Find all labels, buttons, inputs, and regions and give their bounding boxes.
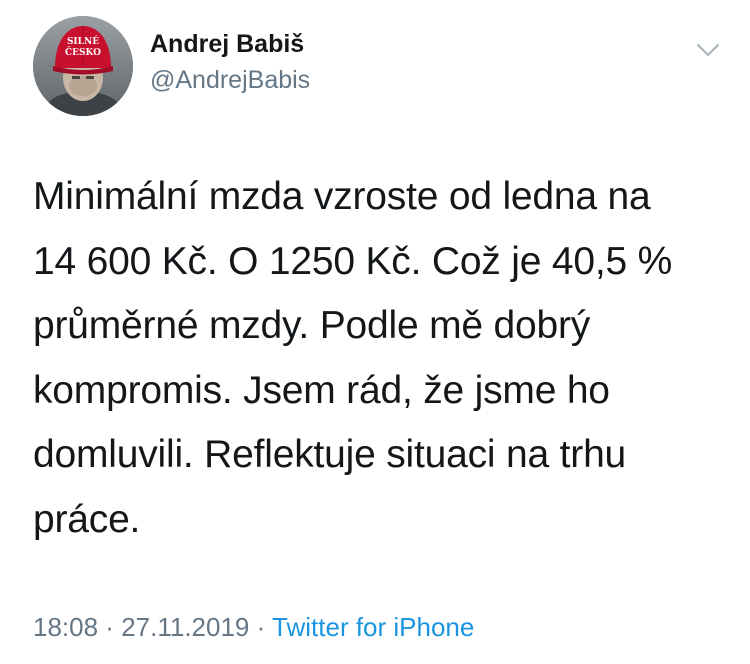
chevron-down-icon[interactable] <box>690 36 726 64</box>
meta-separator: · <box>98 612 122 642</box>
cap-text-line-2: ČESKO <box>65 46 101 58</box>
avatar[interactable]: SILNÉ ČESKO <box>33 16 133 116</box>
meta-separator: · <box>249 612 273 642</box>
profile-photo-icon: SILNÉ ČESKO <box>33 16 133 116</box>
tweet-date[interactable]: 27.11.2019 <box>121 612 249 642</box>
tweet-time[interactable]: 18:08 <box>33 612 98 642</box>
author-display-name[interactable]: Andrej Babiš <box>150 28 304 60</box>
tweet-text: Minimální mzda vzroste od ledna na 14 60… <box>33 175 673 541</box>
tweet-source-link[interactable]: Twitter for iPhone <box>272 612 474 642</box>
author-handle[interactable]: @AndrejBabis <box>150 64 310 96</box>
cap-text-line-1: SILNÉ <box>67 35 99 47</box>
tweet-meta: 18:08 · 27.11.2019 · Twitter for iPhone <box>33 610 474 644</box>
tweet: SILNÉ ČESKO Andrej Babiš @AndrejBabis Mi… <box>0 0 750 664</box>
